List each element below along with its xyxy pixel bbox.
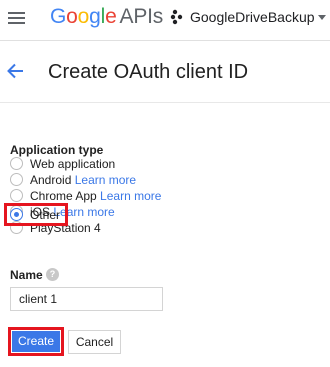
name-field[interactable] (10, 287, 163, 311)
application-type-label: Application type (10, 143, 104, 157)
back-arrow-icon[interactable] (4, 60, 26, 82)
apis-logo-text: APIs (119, 5, 164, 28)
header-divider (0, 40, 330, 41)
radio-label: Web application (30, 157, 116, 171)
help-icon[interactable]: ? (46, 268, 59, 281)
google-logo-text: Google (50, 5, 117, 28)
name-label: Name (10, 268, 43, 282)
radio-label: Chrome App Learn more (30, 189, 162, 203)
chevron-down-icon (318, 15, 326, 20)
logo-letter: G (50, 5, 67, 28)
title-divider (0, 102, 330, 103)
logo-letter: o (77, 5, 90, 28)
project-icon (170, 9, 183, 25)
radio-button-selected[interactable] (10, 208, 23, 221)
radio-label: Other (30, 208, 61, 222)
learn-more-link-android[interactable]: Learn more (75, 173, 136, 187)
page-title: Create OAuth client ID (48, 61, 249, 83)
logo-letter: o (66, 5, 78, 28)
radio-button[interactable] (10, 173, 23, 186)
menu-icon[interactable] (6, 8, 28, 28)
project-name: GoogleDriveBackup (190, 9, 315, 25)
google-apis-logo[interactable]: Google APIs (50, 4, 163, 30)
top-app-bar: Google APIs GoogleDriveBackup (0, 0, 330, 40)
radio-button[interactable] (10, 157, 23, 170)
logo-letter: e (105, 5, 117, 28)
radio-button[interactable] (10, 189, 23, 202)
learn-more-link-chrome-app[interactable]: Learn more (100, 189, 161, 203)
radio-label: Android Learn more (30, 173, 137, 187)
create-button[interactable]: Create (12, 331, 60, 352)
cancel-button[interactable]: Cancel (68, 330, 121, 354)
logo-letter: g (89, 5, 101, 28)
